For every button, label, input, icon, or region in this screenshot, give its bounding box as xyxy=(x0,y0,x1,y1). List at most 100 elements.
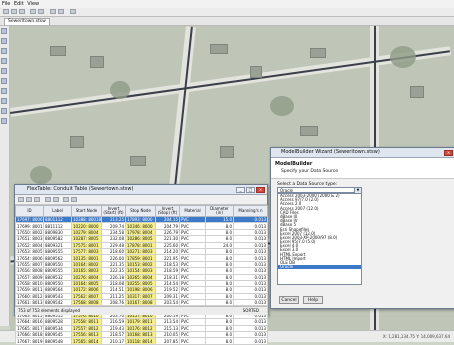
zoom-icon[interactable] xyxy=(50,9,56,14)
minimize-icon[interactable]: _ xyxy=(236,187,245,193)
table-cell[interactable]: 17667: 8019 xyxy=(15,337,44,345)
table-row[interactable]: 17660: 8012 8809543 17562: 8007 211.25 10317… xyxy=(15,292,268,301)
table-cell[interactable]: 8.0 xyxy=(205,337,234,345)
table-cell[interactable]: 10164: 8002 xyxy=(71,260,102,269)
zoom-to-icon[interactable] xyxy=(45,197,51,202)
border-tool-icon[interactable] xyxy=(1,118,7,124)
table-cell[interactable]: 10198: 8006 xyxy=(125,286,156,294)
help-button[interactable]: Help xyxy=(303,296,323,304)
table-cell[interactable]: 10153: 8002 xyxy=(125,260,156,269)
table-cell[interactable]: 10276: 8004 xyxy=(71,273,102,281)
table-cell[interactable]: 17666: 8018 xyxy=(15,330,44,339)
table-cell[interactable]: 10168: 8013 xyxy=(125,330,156,339)
sort-icon[interactable] xyxy=(63,197,69,202)
table-cell[interactable]: 0.013 xyxy=(233,337,268,345)
table-cell[interactable]: 210.17 xyxy=(101,337,126,345)
table-cell[interactable]: 17556: 8013 xyxy=(71,330,102,339)
table-cell[interactable]: 17654: 8006 xyxy=(15,254,44,262)
table-row[interactable]: 17650: 8002 8809830 10279: 8004 234.58 17978… xyxy=(15,228,268,237)
table-row[interactable]: 17697: 8006880111210388: 8001BA3213.2517… xyxy=(15,215,268,224)
table-cell[interactable]: 10165: 8003 xyxy=(71,267,102,275)
table-cell[interactable]: 17562: 8007 xyxy=(71,292,102,301)
table-cell[interactable]: 17655: 8007 xyxy=(15,260,44,269)
undo-icon[interactable] xyxy=(30,9,36,14)
close-icon[interactable]: × xyxy=(256,187,265,193)
table-row[interactable]: 17656: 8008 8809555 10165: 8003 222.35 10154… xyxy=(15,267,268,275)
manhole-tool-icon[interactable] xyxy=(1,48,7,54)
table-cell[interactable]: 17859: 8001 xyxy=(125,254,156,262)
menu-file[interactable]: File xyxy=(2,1,10,7)
column-header[interactable]: Label xyxy=(43,205,72,217)
table-cell[interactable]: 10279: 8004 xyxy=(71,228,102,237)
data-source-dropdown-list[interactable]: Access 2003-2000 (2000 & 2) Access 97/7.0… xyxy=(277,193,362,285)
column-header[interactable]: Manning's n xyxy=(233,205,268,217)
outfall-tool-icon[interactable] xyxy=(1,58,7,64)
pump-tool-icon[interactable] xyxy=(1,78,7,84)
table-cell[interactable]: 17651: 8003 xyxy=(15,235,44,243)
print-icon[interactable] xyxy=(34,197,40,202)
column-header[interactable]: Invert (Stop) (ft) xyxy=(155,205,180,217)
text-tool-icon[interactable] xyxy=(1,108,7,114)
table-cell[interactable]: 17658: 8010 xyxy=(15,279,44,288)
select-tool-icon[interactable] xyxy=(1,28,7,34)
junction-tool-icon[interactable] xyxy=(1,98,7,104)
table-cell[interactable]: 10286: 8005 xyxy=(125,235,156,243)
compute-icon[interactable] xyxy=(70,9,76,14)
table-cell[interactable]: 10271: 8003 xyxy=(125,247,156,256)
wizard-titlebar[interactable]: ModelBuilder Wizard (Seweritown.stsw) × xyxy=(271,148,454,158)
table-cell[interactable]: 10118: 8014 xyxy=(125,337,156,345)
pipe-tool-icon[interactable] xyxy=(1,38,7,44)
menu-view[interactable]: View xyxy=(27,1,39,7)
table-cell[interactable]: 10164: 8005 xyxy=(71,279,102,288)
table-cell[interactable]: 17659: 8011 xyxy=(15,286,44,294)
menu-edit[interactable]: Edit xyxy=(14,1,24,7)
close-icon[interactable]: × xyxy=(444,150,453,156)
table-row[interactable]: 17661: 8013 8809542 17568: 8008 208.76 10167… xyxy=(15,299,268,307)
table-row[interactable]: 17658: 8010 8809550 10164: 8005 218.08 10255… xyxy=(15,279,268,288)
chevron-down-icon[interactable] xyxy=(71,197,77,202)
cancel-button[interactable]: Cancel xyxy=(279,296,299,304)
table-cell[interactable]: 17661: 8013 xyxy=(15,299,44,307)
table-cell[interactable]: 10167: 8008 xyxy=(125,299,156,307)
edit-icon[interactable] xyxy=(18,197,24,202)
table-row[interactable]: 17667: 8019 8809548 17565: 8014 210.17 10118… xyxy=(15,337,268,345)
table-cell[interactable]: 17697: 8006 xyxy=(15,215,44,224)
column-header[interactable]: Invert (Start) (ft) xyxy=(101,205,126,217)
table-cell[interactable]: 17665: 8017 xyxy=(15,324,44,333)
table-cell[interactable]: 10172: 8006 xyxy=(71,286,102,294)
table-cell[interactable]: 17656: 8008 xyxy=(15,267,44,275)
table-row[interactable]: 17655: 8007 8809550 10164: 8002 221.35 10153… xyxy=(15,260,268,269)
table-cell[interactable]: 10135: 8001 xyxy=(71,254,102,262)
table-row[interactable]: 17699: 8001 8811112 10220: 8000 209.74 10346… xyxy=(15,222,268,230)
tab-drawing[interactable]: Seweritown.stsw xyxy=(4,18,50,25)
table-cell[interactable]: 17575: 8001 xyxy=(71,241,102,249)
table-cell[interactable]: 17699: 8001 xyxy=(15,222,44,230)
table-row[interactable]: 17665: 8017 8809534 17557: 8012 219.43 10176… xyxy=(15,324,268,333)
save-icon[interactable] xyxy=(19,9,25,14)
table-cell[interactable]: 17660: 8012 xyxy=(15,292,44,301)
column-header[interactable]: Material xyxy=(179,205,206,217)
table-row[interactable]: 17651: 8003 8809582 10287: 8005 232.08 10286… xyxy=(15,235,268,243)
table-cell[interactable]: 207.85 xyxy=(155,337,180,345)
table-cell[interactable]: 17650: 8002 xyxy=(15,228,44,237)
open-icon[interactable] xyxy=(11,9,17,14)
table-cell[interactable]: 10154: 8003 xyxy=(125,267,156,275)
table-row[interactable]: 17652: 8004 8809321 17575: 8001 229.48 17878… xyxy=(15,241,268,249)
table-cell[interactable]: 10388: 8001BA3 xyxy=(71,215,102,224)
flextable-titlebar[interactable]: FlexTable: Conduit Table (Sewertown.stsw… xyxy=(15,185,267,195)
table-cell[interactable]: 10317: 8007 xyxy=(125,292,156,301)
table-cell[interactable]: 17565: 8014 xyxy=(71,337,102,345)
table-cell[interactable]: 10346: 8000 xyxy=(125,222,156,230)
table-row[interactable]: 17657: 8009 8809532 10276: 8004 226.18 10265… xyxy=(15,273,268,281)
table-row[interactable]: 17664: 8016 8809528 17558: 8011 216.59 10179… xyxy=(15,318,268,326)
redo-icon[interactable] xyxy=(38,9,44,14)
table-cell[interactable]: 10176: 8012 xyxy=(125,324,156,333)
table-cell[interactable]: 10287: 8005 xyxy=(71,235,102,243)
table-cell[interactable]: 17653: 8005 xyxy=(15,247,44,256)
table-cell[interactable]: 17657: 8009 xyxy=(15,273,44,281)
table-row[interactable]: 17659: 8011 8809564 10172: 8006 214.51 10198… xyxy=(15,286,268,294)
table-cell[interactable]: 10265: 8004 xyxy=(125,273,156,281)
table-cell[interactable]: 17568: 8008 xyxy=(71,299,102,307)
filter-icon[interactable] xyxy=(53,197,59,202)
table-cell[interactable]: PVC xyxy=(179,337,206,345)
